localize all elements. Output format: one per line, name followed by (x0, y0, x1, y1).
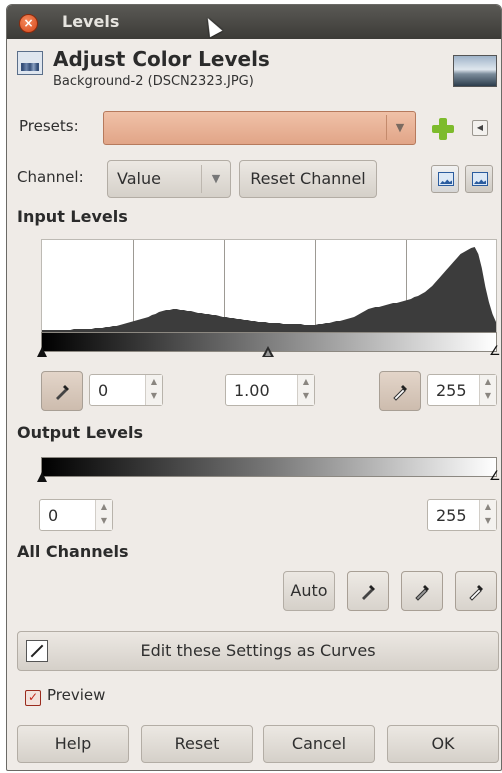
input-high-value: 255 (436, 381, 467, 400)
spin-arrows-icon[interactable]: ▲ ▼ (297, 375, 314, 405)
add-preset-icon[interactable] (432, 118, 454, 140)
levels-icon (17, 51, 43, 75)
output-gradient (41, 457, 497, 477)
chevron-down-icon[interactable]: ▼ (386, 115, 413, 140)
eyedropper-icon (362, 585, 375, 600)
all-channels-heading: All Channels (17, 542, 129, 561)
channel-label: Channel: (17, 168, 84, 186)
presets-label: Presets: (19, 117, 79, 135)
white-point-picker[interactable] (379, 371, 421, 411)
image-name: Background-2 (DSCN2323.JPG) (53, 74, 254, 89)
linear-histogram-button[interactable] (431, 165, 459, 193)
auto-button[interactable]: Auto (283, 571, 335, 611)
input-black-handle[interactable] (37, 347, 47, 357)
channel-combo[interactable]: Value ▼ (107, 160, 231, 198)
levels-dialog: × Levels Adjust Color Levels Background-… (6, 4, 502, 771)
preview-checkbox[interactable]: ✓ (25, 690, 41, 706)
chevron-down-icon[interactable]: ▼ (201, 165, 230, 193)
input-low-spin[interactable]: 0 ▲ ▼ (89, 374, 163, 406)
eyedropper-icon (393, 385, 407, 401)
close-icon[interactable]: × (19, 14, 38, 33)
curves-button-label: Edit these Settings as Curves (140, 641, 376, 660)
all-white-picker[interactable] (455, 571, 497, 611)
histogram-area (42, 247, 496, 332)
spin-arrows-icon[interactable]: ▲ ▼ (479, 375, 496, 405)
cancel-button[interactable]: Cancel (263, 725, 375, 763)
input-white-handle[interactable]: ∠ (489, 344, 501, 359)
edit-as-curves-button[interactable]: Edit these Settings as Curves (17, 631, 499, 671)
reset-button[interactable]: Reset (141, 725, 253, 763)
input-gamma-spin[interactable]: 1.00 ▲ ▼ (225, 374, 315, 406)
input-levels-heading: Input Levels (17, 207, 128, 226)
all-black-picker[interactable] (347, 571, 389, 611)
channel-value: Value (117, 169, 161, 188)
output-low-value: 0 (48, 506, 59, 525)
black-point-picker[interactable] (41, 371, 83, 411)
output-black-handle[interactable] (37, 472, 47, 482)
eyedropper-icon (56, 385, 69, 400)
output-high-spin[interactable]: 255 ▲ ▼ (427, 499, 497, 531)
eyedropper-icon (415, 585, 429, 601)
ok-button[interactable]: OK (387, 725, 499, 763)
log-histogram-icon (472, 172, 488, 186)
help-button[interactable]: Help (17, 725, 129, 763)
reset-channel-button[interactable]: Reset Channel (239, 160, 377, 198)
output-low-spin[interactable]: 0 ▲ ▼ (39, 499, 113, 531)
log-histogram-button[interactable] (465, 165, 493, 193)
output-levels-heading: Output Levels (17, 423, 144, 442)
spin-arrows-icon[interactable]: ▲ ▼ (95, 500, 112, 530)
output-high-value: 255 (436, 506, 467, 525)
input-low-value: 0 (98, 381, 109, 400)
image-thumbnail (453, 55, 497, 87)
linear-histogram-icon (438, 172, 454, 186)
preview-label: Preview (47, 686, 106, 704)
input-high-spin[interactable]: 255 ▲ ▼ (427, 374, 497, 406)
title-bar[interactable]: × Levels (7, 5, 501, 39)
all-gray-picker[interactable] (401, 571, 443, 611)
preset-menu-icon[interactable]: ◀ (472, 120, 488, 136)
input-gamma-handle[interactable] (262, 346, 274, 357)
window-title: Levels (62, 12, 120, 31)
histogram (41, 239, 497, 333)
eyedropper-icon (469, 585, 483, 601)
dialog-heading: Adjust Color Levels (53, 47, 270, 71)
histogram-plot (42, 247, 496, 332)
presets-combo[interactable]: ▼ (103, 111, 416, 145)
output-white-handle[interactable]: ∠ (489, 469, 501, 484)
spin-arrows-icon[interactable]: ▲ ▼ (479, 500, 496, 530)
input-gamma-value: 1.00 (234, 381, 270, 400)
spin-arrows-icon[interactable]: ▲ ▼ (145, 375, 162, 405)
